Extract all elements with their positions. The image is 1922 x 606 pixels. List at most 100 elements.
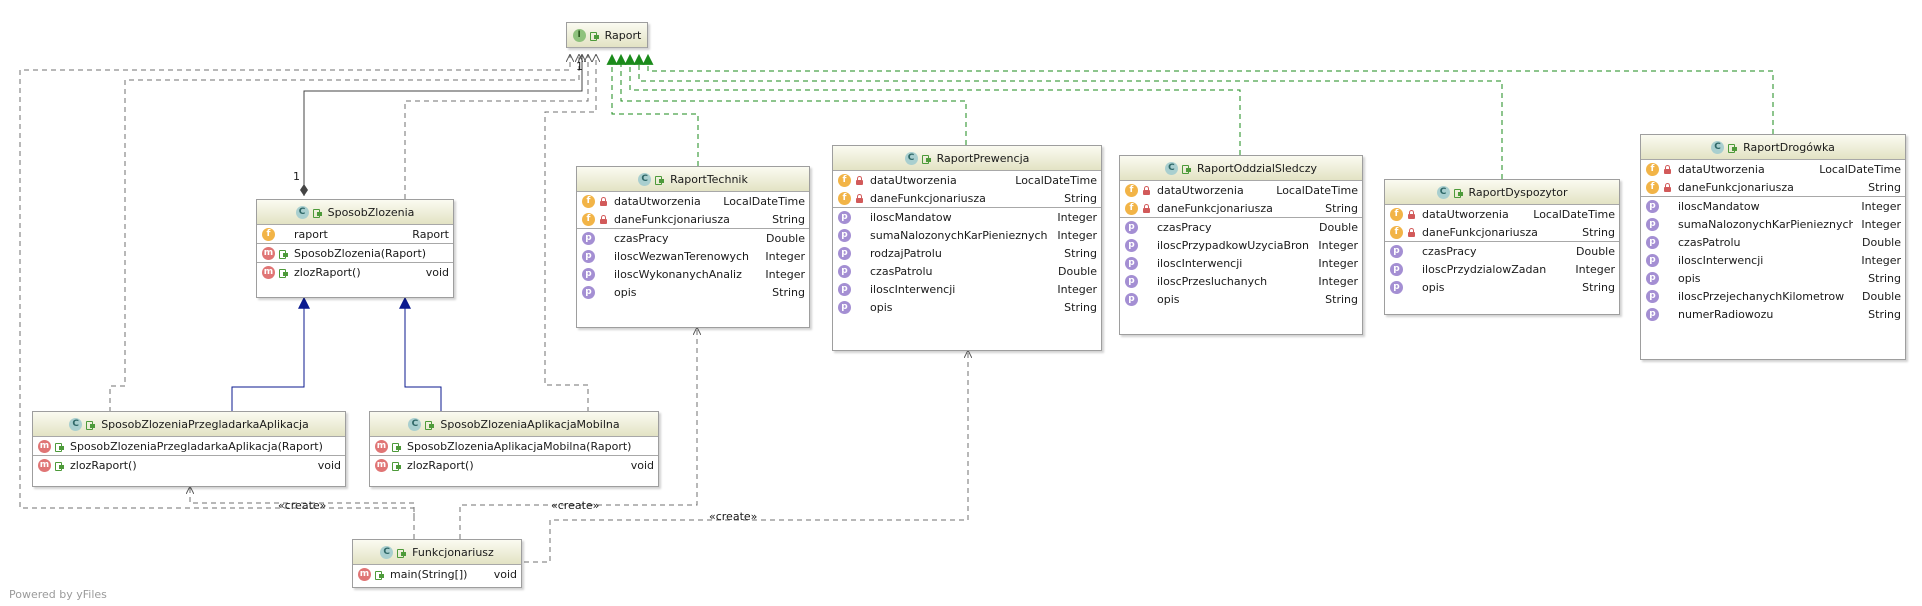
class-raport-technik[interactable]: C RaportTechnik f dataUtworzenia LocalDa… xyxy=(576,166,810,328)
property-icon: p xyxy=(1390,262,1403,276)
field-icon: f xyxy=(1390,207,1403,221)
field-row[interactable]: f raport Raport xyxy=(257,225,453,243)
field-row[interactable]: f daneFunkcjonariusza String xyxy=(1641,178,1905,196)
fields-section: f dataUtworzenia LocalDateTime f daneFun… xyxy=(1120,181,1362,218)
property-row[interactable]: p iloscWezwanTerenowych Integer xyxy=(577,247,809,265)
class-raport-prewencja[interactable]: C RaportPrewencja f dataUtworzenia Local… xyxy=(832,145,1102,351)
property-visibility-icon xyxy=(855,231,864,240)
property-row[interactable]: p sumaNalozonychKarPienieznych Integer xyxy=(833,226,1101,244)
property-row[interactable]: p iloscPrzydzialowZadan Integer xyxy=(1385,260,1619,278)
interface-raport[interactable]: I Raport xyxy=(566,22,648,48)
method-row[interactable]: m zlozRaport() void xyxy=(33,456,345,474)
fields-section: f dataUtworzenia LocalDateTime f daneFun… xyxy=(1385,205,1619,242)
member-name: iloscInterwencji xyxy=(870,282,956,296)
methods-section: m zlozRaport() void xyxy=(257,263,453,281)
property-icon: p xyxy=(838,300,851,314)
field-row[interactable]: f daneFunkcjonariusza String xyxy=(577,210,809,228)
private-lock-icon xyxy=(1142,203,1151,213)
field-row[interactable]: f dataUtworzenia LocalDateTime xyxy=(1120,181,1362,199)
property-row[interactable]: p iloscPrzesluchanych Integer xyxy=(1120,272,1362,290)
class-sposob-zlozenia[interactable]: C SposobZlozenia f raport Raport m Sposo… xyxy=(256,199,454,298)
method-icon: m xyxy=(262,265,275,279)
method-row[interactable]: m main(String[]) void xyxy=(353,565,521,583)
member-type: String xyxy=(772,285,805,299)
field-row[interactable]: f dataUtworzenia LocalDateTime xyxy=(1641,160,1905,178)
constructor-row[interactable]: m SposobZlozeniaPrzegladarkaAplikacja(Ra… xyxy=(33,437,345,455)
public-visibility-icon xyxy=(589,31,599,41)
field-row[interactable]: f dataUtworzenia LocalDateTime xyxy=(833,171,1101,189)
class-raport-dyspozytor[interactable]: C RaportDyspozytor f dataUtworzenia Loca… xyxy=(1384,179,1620,315)
property-row[interactable]: p opis String xyxy=(1385,278,1619,296)
class-header: C SposobZlozenia xyxy=(257,200,453,225)
public-visibility-icon xyxy=(312,208,322,218)
edge-prewencja-realizes-raport xyxy=(615,53,967,145)
property-row[interactable]: p rodzajPatrolu String xyxy=(833,244,1101,262)
member-name: czasPatrolu xyxy=(870,264,933,278)
member-name: sumaNalozonychKarPienieznych xyxy=(1678,217,1854,231)
property-row[interactable]: p iloscWykonanychAnaliz Integer xyxy=(577,265,809,283)
class-title: SposobZlozenia xyxy=(327,205,415,219)
member-name: zlozRaport() xyxy=(70,458,137,472)
edge-mobilna-extends-sposob xyxy=(399,296,442,411)
property-icon: p xyxy=(838,246,851,260)
property-row[interactable]: p czasPracy Double xyxy=(1385,242,1619,260)
property-icon: p xyxy=(1646,217,1659,231)
property-row[interactable]: p iloscMandatow Integer xyxy=(833,208,1101,226)
class-sposob-zlozenia-przegladarka-aplikacja[interactable]: C SposobZlozeniaPrzegladarkaAplikacja m … xyxy=(32,411,346,487)
property-row[interactable]: p opis String xyxy=(833,298,1101,316)
property-row[interactable]: p opis String xyxy=(577,283,809,301)
property-row[interactable]: p opis String xyxy=(1120,290,1362,308)
field-row[interactable]: f dataUtworzenia LocalDateTime xyxy=(577,192,809,210)
property-row[interactable]: p numerRadiowozu String xyxy=(1641,305,1905,323)
methods-section: m zlozRaport() void xyxy=(370,456,658,474)
property-row[interactable]: p sumaNalozonychKarPienieznych Integer xyxy=(1641,215,1905,233)
constructor-row[interactable]: m SposobZlozenia(Raport) xyxy=(257,244,453,262)
class-header: C RaportDyspozytor xyxy=(1385,180,1619,205)
property-row[interactable]: p czasPracy Double xyxy=(1120,218,1362,236)
property-row[interactable]: p czasPatrolu Double xyxy=(833,262,1101,280)
property-row[interactable]: p iloscPrzejechanychKilometrow Double xyxy=(1641,287,1905,305)
class-raport-drogowka[interactable]: C RaportDrogówka f dataUtworzenia LocalD… xyxy=(1640,134,1906,360)
class-funkcjonariusz[interactable]: C Funkcjonariusz m main(String[]) void xyxy=(352,539,522,588)
property-row[interactable]: p opis String xyxy=(1641,269,1905,287)
class-raport-oddzial-sledczy[interactable]: C RaportOddzialSledczy f dataUtworzenia … xyxy=(1119,155,1363,335)
properties-section: p czasPracy Double p iloscPrzydzialowZad… xyxy=(1385,242,1619,296)
member-name: iloscWezwanTerenowych xyxy=(614,249,749,263)
field-row[interactable]: f dataUtworzenia LocalDateTime xyxy=(1385,205,1619,223)
field-row[interactable]: f daneFunkcjonariusza String xyxy=(1385,223,1619,241)
member-type: Double xyxy=(1862,289,1901,303)
class-sposob-zlozenia-aplikacja-mobilna[interactable]: C SposobZlozeniaAplikacjaMobilna m Sposo… xyxy=(369,411,659,487)
edge-oddzial-realizes-raport xyxy=(624,53,1241,155)
method-row[interactable]: m zlozRaport() void xyxy=(370,456,658,474)
property-row[interactable]: p czasPatrolu Double xyxy=(1641,233,1905,251)
class-title: Funkcjonariusz xyxy=(412,545,494,559)
method-row[interactable]: m zlozRaport() void xyxy=(257,263,453,281)
member-name: iloscWykonanychAnaliz xyxy=(614,267,742,281)
property-row[interactable]: p czasPracy Double xyxy=(577,229,809,247)
property-row[interactable]: p iloscPrzypadkowUzyciaBroni Integer xyxy=(1120,236,1362,254)
property-row[interactable]: p iloscInterwencji Integer xyxy=(1120,254,1362,272)
property-visibility-icon xyxy=(1142,241,1151,250)
fields-section: f raport Raport xyxy=(257,225,453,244)
field-row[interactable]: f daneFunkcjonariusza String xyxy=(1120,199,1362,217)
property-row[interactable]: p iloscInterwencji Integer xyxy=(833,280,1101,298)
constructor-row[interactable]: m SposobZlozeniaAplikacjaMobilna(Raport) xyxy=(370,437,658,455)
class-header: C SposobZlozeniaAplikacjaMobilna xyxy=(370,412,658,437)
class-header: C RaportPrewencja xyxy=(833,146,1101,171)
edge-label-create-1: «create» xyxy=(278,499,327,512)
property-row[interactable]: p iloscInterwencji Integer xyxy=(1641,251,1905,269)
class-title: RaportPrewencja xyxy=(936,151,1030,165)
field-icon: f xyxy=(1390,225,1403,239)
field-icon: f xyxy=(262,227,275,241)
member-name: SposobZlozeniaAplikacjaMobilna(Raport) xyxy=(407,439,632,453)
property-icon: p xyxy=(582,231,595,245)
method-icon: m xyxy=(262,246,275,260)
member-name: SposobZlozenia(Raport) xyxy=(294,246,427,260)
property-row[interactable]: p iloscMandatow Integer xyxy=(1641,197,1905,215)
field-icon: f xyxy=(1646,180,1659,194)
property-icon: p xyxy=(1125,292,1138,306)
field-row[interactable]: f daneFunkcjonariusza String xyxy=(833,189,1101,207)
member-type: Integer xyxy=(1318,274,1358,288)
private-lock-icon xyxy=(855,175,864,185)
property-visibility-icon xyxy=(1407,247,1416,256)
